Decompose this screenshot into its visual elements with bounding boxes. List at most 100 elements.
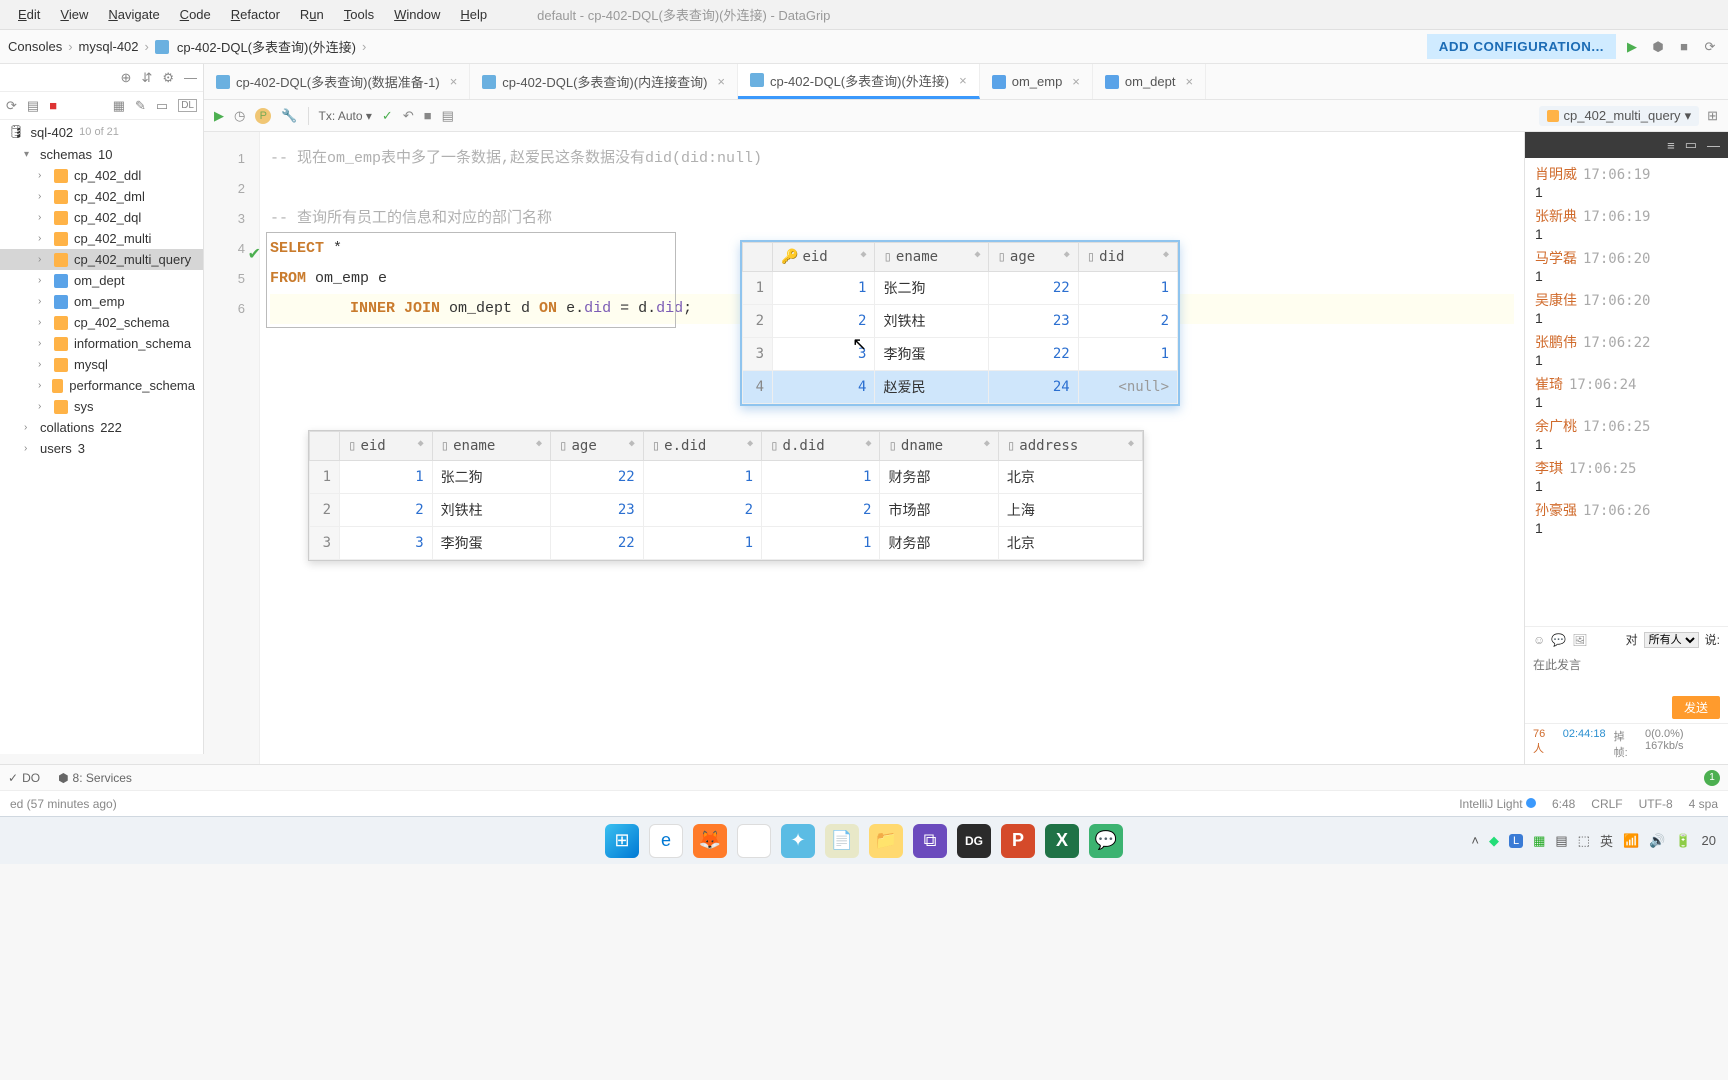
services-tab[interactable]: ⬢ 8: Services bbox=[58, 771, 132, 785]
close-icon[interactable]: × bbox=[1185, 74, 1193, 89]
chrome-app-icon[interactable]: ◉ bbox=[737, 824, 771, 858]
schema-item[interactable]: ›cp_402_dml bbox=[0, 186, 203, 207]
stop-icon[interactable]: ■ bbox=[49, 98, 57, 113]
schemas-node[interactable]: ▾ schemas 10 bbox=[0, 144, 203, 165]
close-icon[interactable]: × bbox=[717, 74, 725, 89]
editor-tab[interactable]: om_emp× bbox=[980, 64, 1093, 99]
table-row-selected[interactable]: 44赵爱民24<null> bbox=[743, 371, 1178, 404]
menu-run[interactable]: Run bbox=[290, 3, 334, 26]
users-node[interactable]: ›users3 bbox=[0, 438, 203, 459]
excel-app-icon[interactable]: X bbox=[1045, 824, 1079, 858]
menu-edit[interactable]: Edit bbox=[8, 3, 50, 26]
table-item[interactable]: ›om_dept bbox=[0, 270, 203, 291]
list-icon[interactable]: ≡ bbox=[1667, 138, 1675, 153]
refresh-icon[interactable]: ⟳ bbox=[1700, 37, 1720, 57]
col-header[interactable]: ▯age◆ bbox=[989, 243, 1078, 272]
schema-item[interactable]: ›cp_402_schema bbox=[0, 312, 203, 333]
tray-chevron-icon[interactable]: ˄ bbox=[1471, 833, 1479, 848]
history-icon[interactable]: ◷ bbox=[234, 108, 245, 124]
theme-indicator[interactable]: IntelliJ Light bbox=[1459, 797, 1536, 811]
wrench-icon[interactable]: 🔧 bbox=[281, 108, 297, 124]
powerpoint-app-icon[interactable]: P bbox=[1001, 824, 1035, 858]
notification-badge[interactable]: 1 bbox=[1704, 770, 1720, 786]
schema-item-selected[interactable]: ›cp_402_multi_query bbox=[0, 249, 203, 270]
popout-icon[interactable]: ▭ bbox=[1685, 137, 1697, 153]
menu-tools[interactable]: Tools bbox=[334, 3, 384, 26]
schema-item[interactable]: ›cp_402_multi bbox=[0, 228, 203, 249]
table-row[interactable]: 33李狗蛋2211财务部北京 bbox=[310, 527, 1143, 560]
col-header[interactable]: ▯did◆ bbox=[1078, 243, 1177, 272]
cancel-icon[interactable]: ■ bbox=[424, 108, 432, 123]
schema-item[interactable]: ›information_schema bbox=[0, 333, 203, 354]
col-header[interactable]: ▯eid◆ bbox=[340, 432, 433, 461]
explorer-app-icon[interactable]: 📁 bbox=[869, 824, 903, 858]
collations-node[interactable]: ›collations222 bbox=[0, 417, 203, 438]
col-header[interactable]: ▯dname◆ bbox=[880, 432, 998, 461]
firefox-app-icon[interactable]: 🦊 bbox=[693, 824, 727, 858]
battery-icon[interactable]: 🔋 bbox=[1675, 833, 1691, 849]
tray-icon[interactable]: ▦ bbox=[1533, 833, 1545, 849]
target-icon[interactable]: ⊕ bbox=[121, 70, 132, 86]
datasource-row[interactable]: 🛢 sql-402 10 of 21 bbox=[0, 120, 203, 144]
volume-icon[interactable]: 🔊 bbox=[1649, 833, 1665, 849]
execute-icon[interactable]: ▶ bbox=[214, 108, 224, 124]
tray-icon[interactable]: ▤ bbox=[1555, 833, 1567, 849]
table-row[interactable]: 22刘铁柱232 bbox=[743, 305, 1178, 338]
close-icon[interactable]: × bbox=[959, 73, 967, 88]
app-icon[interactable]: 📄 bbox=[825, 824, 859, 858]
start-button[interactable]: ⊞ bbox=[605, 824, 639, 858]
tray-icon[interactable]: ⬚ bbox=[1578, 833, 1590, 849]
stop-icon[interactable]: ■ bbox=[1674, 37, 1694, 57]
explain-icon[interactable]: P bbox=[255, 108, 271, 124]
col-header[interactable]: ▯age◆ bbox=[551, 432, 644, 461]
line-ending[interactable]: CRLF bbox=[1591, 797, 1622, 811]
clock[interactable]: 20 bbox=[1702, 833, 1716, 848]
todo-tab[interactable]: ✓ DO bbox=[8, 771, 40, 785]
minimize-icon[interactable]: — bbox=[1707, 138, 1720, 153]
table-row[interactable]: 11张二狗2211财务部北京 bbox=[310, 461, 1143, 494]
refresh-icon[interactable]: ⟳ bbox=[6, 98, 17, 114]
smile-icon[interactable]: ☺ bbox=[1533, 633, 1545, 647]
chat-input[interactable] bbox=[1525, 652, 1728, 692]
cursor-position[interactable]: 6:48 bbox=[1552, 797, 1575, 811]
collapse-icon[interactable]: ⇵ bbox=[141, 70, 152, 86]
layout-icon[interactable]: ▤ bbox=[442, 108, 454, 124]
menu-code[interactable]: Code bbox=[170, 3, 221, 26]
close-icon[interactable]: × bbox=[1072, 74, 1080, 89]
rollback-icon[interactable]: ↶ bbox=[403, 108, 414, 124]
run-icon[interactable]: ▶ bbox=[1622, 37, 1642, 57]
table-row[interactable]: 22刘铁柱2322市场部上海 bbox=[310, 494, 1143, 527]
crumb-file[interactable]: cp-402-DQL(多表查询)(外连接) bbox=[177, 37, 356, 56]
wechat-app-icon[interactable]: 💬 bbox=[1089, 824, 1123, 858]
editor-tab-active[interactable]: cp-402-DQL(多表查询)(外连接)× bbox=[738, 64, 980, 99]
network-icon[interactable]: 📶 bbox=[1623, 833, 1639, 849]
filter-icon[interactable]: ▤ bbox=[27, 98, 39, 114]
menu-navigate[interactable]: Navigate bbox=[98, 3, 169, 26]
crumb-mysql[interactable]: mysql-402 bbox=[79, 39, 139, 54]
col-header[interactable]: ▯ename◆ bbox=[875, 243, 989, 272]
table-icon[interactable]: ▦ bbox=[113, 98, 125, 114]
encoding[interactable]: UTF-8 bbox=[1639, 797, 1673, 811]
vscode-app-icon[interactable]: ⧉ bbox=[913, 824, 947, 858]
close-icon[interactable]: × bbox=[450, 74, 458, 89]
col-header[interactable]: ▯e.did◆ bbox=[643, 432, 761, 461]
table-row[interactable]: 11张二狗221 bbox=[743, 272, 1178, 305]
commit-icon[interactable]: ✓ bbox=[382, 108, 393, 124]
hide-icon[interactable]: — bbox=[184, 70, 197, 85]
app-icon[interactable]: ✦ bbox=[781, 824, 815, 858]
table-item[interactable]: ›om_emp bbox=[0, 291, 203, 312]
editor-tab[interactable]: om_dept× bbox=[1093, 64, 1206, 99]
schema-item[interactable]: ›mysql bbox=[0, 354, 203, 375]
schema-selector[interactable]: cp_402_multi_query ▾ bbox=[1539, 106, 1699, 126]
debug-icon[interactable]: ⬢ bbox=[1648, 37, 1668, 57]
tray-icon[interactable]: ◆ bbox=[1489, 833, 1499, 849]
schema-item[interactable]: ›cp_402_dql bbox=[0, 207, 203, 228]
table-row[interactable]: 33李狗蛋221 bbox=[743, 338, 1178, 371]
col-header[interactable]: 🔑eid◆ bbox=[773, 243, 875, 272]
add-configuration-button[interactable]: ADD CONFIGURATION... bbox=[1427, 34, 1616, 59]
send-button[interactable]: 发送 bbox=[1672, 696, 1720, 719]
edge-app-icon[interactable]: e bbox=[649, 824, 683, 858]
image-icon[interactable]: 🖼 bbox=[1572, 633, 1587, 647]
tray-icon[interactable]: L bbox=[1509, 834, 1523, 848]
editor-tab[interactable]: cp-402-DQL(多表查询)(数据准备-1)× bbox=[204, 64, 470, 99]
